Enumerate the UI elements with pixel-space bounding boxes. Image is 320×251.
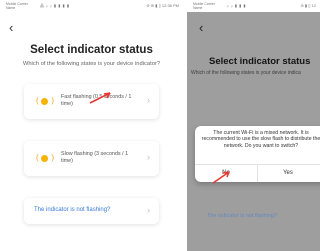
signal-icons: ⁂ ᵢₗ ᵢₗ ▮ ▮ ▮ ▮: [40, 3, 70, 8]
page-subtitle: Which of the following states is your de…: [22, 61, 161, 67]
indicator-led-icon: (): [36, 153, 54, 162]
status-bar: Mobile Carrier Name ⁂ ᵢₗ ᵢₗ ▮ ▮ ▮ ▮ ⊘ ⊛ …: [0, 0, 183, 12]
carrier-name: Mobile Carrier Name: [193, 2, 215, 10]
phone-screen-left: Mobile Carrier Name ⁂ ᵢₗ ᵢₗ ▮ ▮ ▮ ▮ ⊘ ⊛ …: [0, 0, 183, 251]
chevron-right-icon: ›: [147, 205, 150, 215]
status-time: ⊘ ⊛ ▮ ▯ 12:38 PM: [146, 3, 179, 8]
chevron-right-icon: ›: [147, 152, 150, 162]
status-time: ⊘ ▮ ▯ 12: [300, 3, 316, 8]
status-bar: Mobile Carrier Name ᵢₗ ᵢₗ ▮ ▮ ▮ ⊘ ▮ ▯ 12: [187, 0, 320, 12]
page-title: Select indicator status: [30, 44, 153, 56]
option-slow-flashing[interactable]: () Slow flashing (3 seconds / 1 time) ›: [24, 141, 159, 176]
no-button[interactable]: No: [195, 166, 257, 180]
chevron-right-icon: ›: [147, 95, 150, 105]
not-flashing-link[interactable]: The indicator is not flashing?: [34, 207, 110, 213]
option-label: Slow flashing (3 seconds / 1 time): [61, 151, 129, 164]
not-flashing-link: The indicator is not flashing?: [207, 213, 278, 219]
signal-icons: ᵢₗ ᵢₗ ▮ ▮ ▮: [227, 3, 247, 8]
page: ‹ Select indicator status Which of the f…: [0, 12, 183, 251]
not-flashing-card[interactable]: The indicator is not flashing? ›: [24, 198, 159, 224]
carrier-name: Mobile Carrier Name: [6, 2, 28, 10]
back-chevron-icon[interactable]: ‹: [9, 21, 13, 34]
dialog-message: The current Wi-Fi is a mixed network. It…: [201, 130, 320, 149]
option-label: Fast flashing (0.5 seconds / 1 time): [61, 94, 132, 107]
indicator-led-icon: (): [36, 96, 54, 105]
option-fast-flashing[interactable]: () Fast flashing (0.5 seconds / 1 time) …: [24, 84, 159, 119]
switch-network-dialog: The current Wi-Fi is a mixed network. It…: [195, 126, 320, 184]
yes-button[interactable]: Yes: [258, 166, 318, 180]
phone-screen-right: Mobile Carrier Name ᵢₗ ᵢₗ ▮ ▮ ▮ ⊘ ▮ ▯ 12…: [187, 0, 320, 251]
